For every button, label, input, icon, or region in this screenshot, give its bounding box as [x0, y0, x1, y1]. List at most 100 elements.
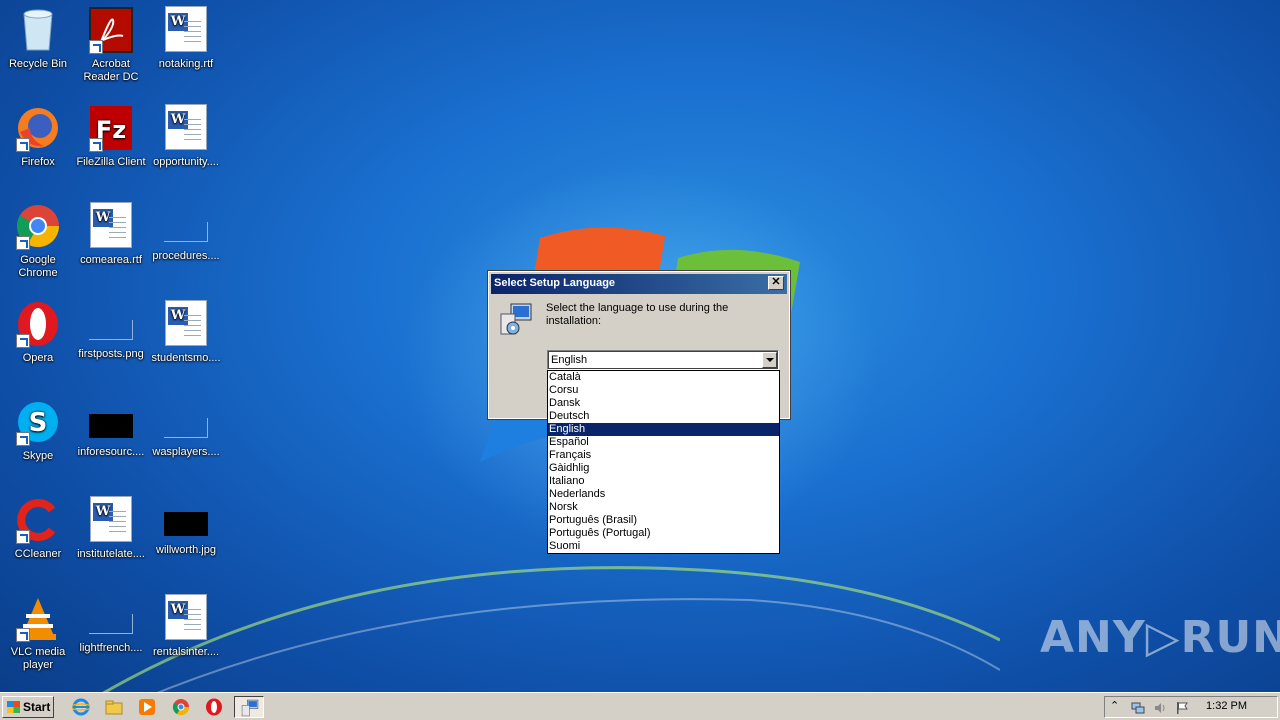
volume-icon[interactable]	[1153, 701, 1167, 715]
language-option[interactable]: Norsk	[548, 501, 779, 514]
desktop-icon-label: Skype	[22, 450, 54, 462]
desktop-icon-label: lightfrench....	[79, 642, 143, 654]
network-icon[interactable]	[1131, 701, 1145, 715]
word-doc-icon: W	[162, 300, 210, 348]
flag-icon[interactable]	[1175, 701, 1189, 715]
language-option[interactable]: Español	[548, 436, 779, 449]
desktop-icon-notaking[interactable]: W notaking.rtf	[148, 6, 224, 71]
file-icon	[164, 418, 208, 438]
desktop-icon-ccleaner[interactable]: CCleaner	[0, 496, 76, 561]
desktop-icon-opera[interactable]: Opera	[0, 300, 76, 365]
desktop-icon-label: Firefox	[21, 156, 55, 168]
explorer-icon[interactable]	[105, 698, 123, 716]
desktop-icon-label: firstposts.png	[78, 348, 144, 360]
language-option[interactable]: Gàidhlig	[548, 462, 779, 475]
setup-computer-icon	[241, 699, 259, 717]
taskbar-setup-button[interactable]	[234, 696, 264, 718]
recycle-bin-icon	[14, 6, 62, 54]
shortcut-arrow-icon	[16, 334, 30, 348]
chevron-down-icon[interactable]	[762, 352, 777, 368]
file-thumbnail-icon	[89, 414, 133, 438]
language-option[interactable]: Português (Portugal)	[548, 527, 779, 540]
desktop-icon-recycle-bin[interactable]: Recycle Bin	[0, 6, 76, 71]
language-option[interactable]: Corsu	[548, 384, 779, 397]
word-doc-icon: W	[87, 202, 135, 250]
desktop-icon-opportunity[interactable]: W opportunity....	[148, 104, 224, 169]
file-icon	[164, 222, 208, 242]
language-dropdown-list[interactable]: Català Corsu Dansk Deutsch English Español Fra…	[547, 370, 780, 554]
dialog-prompt: Select the language to use during the in…	[546, 302, 729, 327]
desktop-icon-label: FileZilla Client	[76, 156, 146, 168]
desktop-icon-label: CCleaner	[14, 548, 62, 560]
language-option[interactable]: Deutsch	[548, 410, 779, 423]
desktop-icon-label: willworth.jpg	[156, 544, 216, 556]
desktop-icon-chrome[interactable]: Google Chrome	[0, 202, 76, 280]
system-tray: ⌃ 1:32 PM	[1104, 696, 1278, 718]
language-option[interactable]: Català	[548, 371, 779, 384]
shortcut-arrow-icon	[89, 40, 103, 54]
desktop-icon-lightfrench[interactable]: lightfrench....	[73, 594, 149, 655]
desktop-icon-label: rentalsinter....	[152, 646, 220, 658]
desktop-icon-comearea[interactable]: W comearea.rtf	[73, 202, 149, 267]
language-option[interactable]: Français	[548, 449, 779, 462]
anyrun-watermark: ANY▷RUN	[1040, 612, 1280, 663]
shortcut-arrow-icon	[89, 138, 103, 152]
desktop-icon-rentalsinter[interactable]: W rentalsinter....	[148, 594, 224, 659]
clock[interactable]: 1:32 PM	[1206, 700, 1247, 712]
start-button[interactable]: Start	[2, 696, 54, 718]
ie-icon[interactable]	[72, 698, 90, 716]
language-option[interactable]: Português (Brasil)	[548, 514, 779, 527]
desktop-icon-label: inforesourc....	[77, 446, 145, 458]
language-option[interactable]: Nederlands	[548, 488, 779, 501]
word-doc-icon: W	[87, 496, 135, 544]
firefox-icon	[14, 104, 62, 152]
desktop-icon-label: wasplayers....	[152, 446, 220, 458]
language-option[interactable]: English	[548, 423, 779, 436]
word-doc-icon: W	[162, 594, 210, 642]
shortcut-arrow-icon	[16, 432, 30, 446]
desktop-icon-label: Opera	[22, 352, 54, 364]
desktop-icon-wasplayers[interactable]: wasplayers....	[148, 398, 224, 459]
desktop-icon-procedures[interactable]: procedures....	[148, 202, 224, 263]
dialog-titlebar[interactable]: Select Setup Language ✕	[491, 274, 787, 294]
language-option[interactable]: Italiano	[548, 475, 779, 488]
shortcut-arrow-icon	[16, 530, 30, 544]
opera-icon[interactable]	[205, 698, 223, 716]
desktop-icon-label: Google Chrome	[18, 254, 58, 279]
desktop-icon-skype[interactable]: S Skype	[0, 398, 76, 463]
language-select-value: English	[551, 354, 588, 366]
desktop-icon-firefox[interactable]: Firefox	[0, 104, 76, 169]
desktop-icon-label: procedures....	[152, 250, 220, 262]
desktop-icon-label: notaking.rtf	[158, 58, 214, 70]
shortcut-arrow-icon	[16, 138, 30, 152]
desktop-icon-institutelate[interactable]: W institutelate....	[73, 496, 149, 561]
desktop-icon-label: studentsmo....	[151, 352, 221, 364]
acrobat-icon	[87, 6, 135, 54]
language-option[interactable]: Suomi	[548, 540, 779, 553]
start-label: Start	[23, 700, 51, 714]
language-select[interactable]: English	[547, 350, 779, 370]
desktop-icon-filezilla[interactable]: Fz FileZilla Client	[73, 104, 149, 169]
chrome-icon[interactable]	[172, 698, 190, 716]
media-player-icon[interactable]	[138, 698, 156, 716]
desktop-icon-inforesourc[interactable]: inforesourc....	[73, 398, 149, 459]
desktop-icon-willworth[interactable]: willworth.jpg	[148, 496, 224, 557]
desktop-icon-vlc[interactable]: VLC media player	[0, 594, 76, 672]
chrome-icon	[14, 202, 62, 250]
image-file-icon	[89, 320, 133, 340]
file-icon	[89, 614, 133, 634]
close-button[interactable]: ✕	[768, 276, 784, 290]
word-doc-icon: W	[162, 6, 210, 54]
desktop-icon-firstposts[interactable]: firstposts.png	[73, 300, 149, 361]
setup-computer-icon	[500, 303, 532, 335]
shortcut-arrow-icon	[16, 628, 30, 642]
dialog-title: Select Setup Language	[494, 277, 616, 289]
svg-text:S: S	[29, 408, 48, 438]
desktop-icon-acrobat[interactable]: Acrobat Reader DC	[73, 6, 149, 84]
desktop-icon-studentsmo[interactable]: W studentsmo....	[148, 300, 224, 365]
taskbar: Start ⌃ 1:32 PM	[0, 692, 1280, 720]
language-option[interactable]: Dansk	[548, 397, 779, 410]
shortcut-arrow-icon	[16, 236, 30, 250]
windows-flag-icon	[7, 701, 20, 713]
tray-chevron-icon[interactable]: ⌃	[1110, 699, 1119, 712]
